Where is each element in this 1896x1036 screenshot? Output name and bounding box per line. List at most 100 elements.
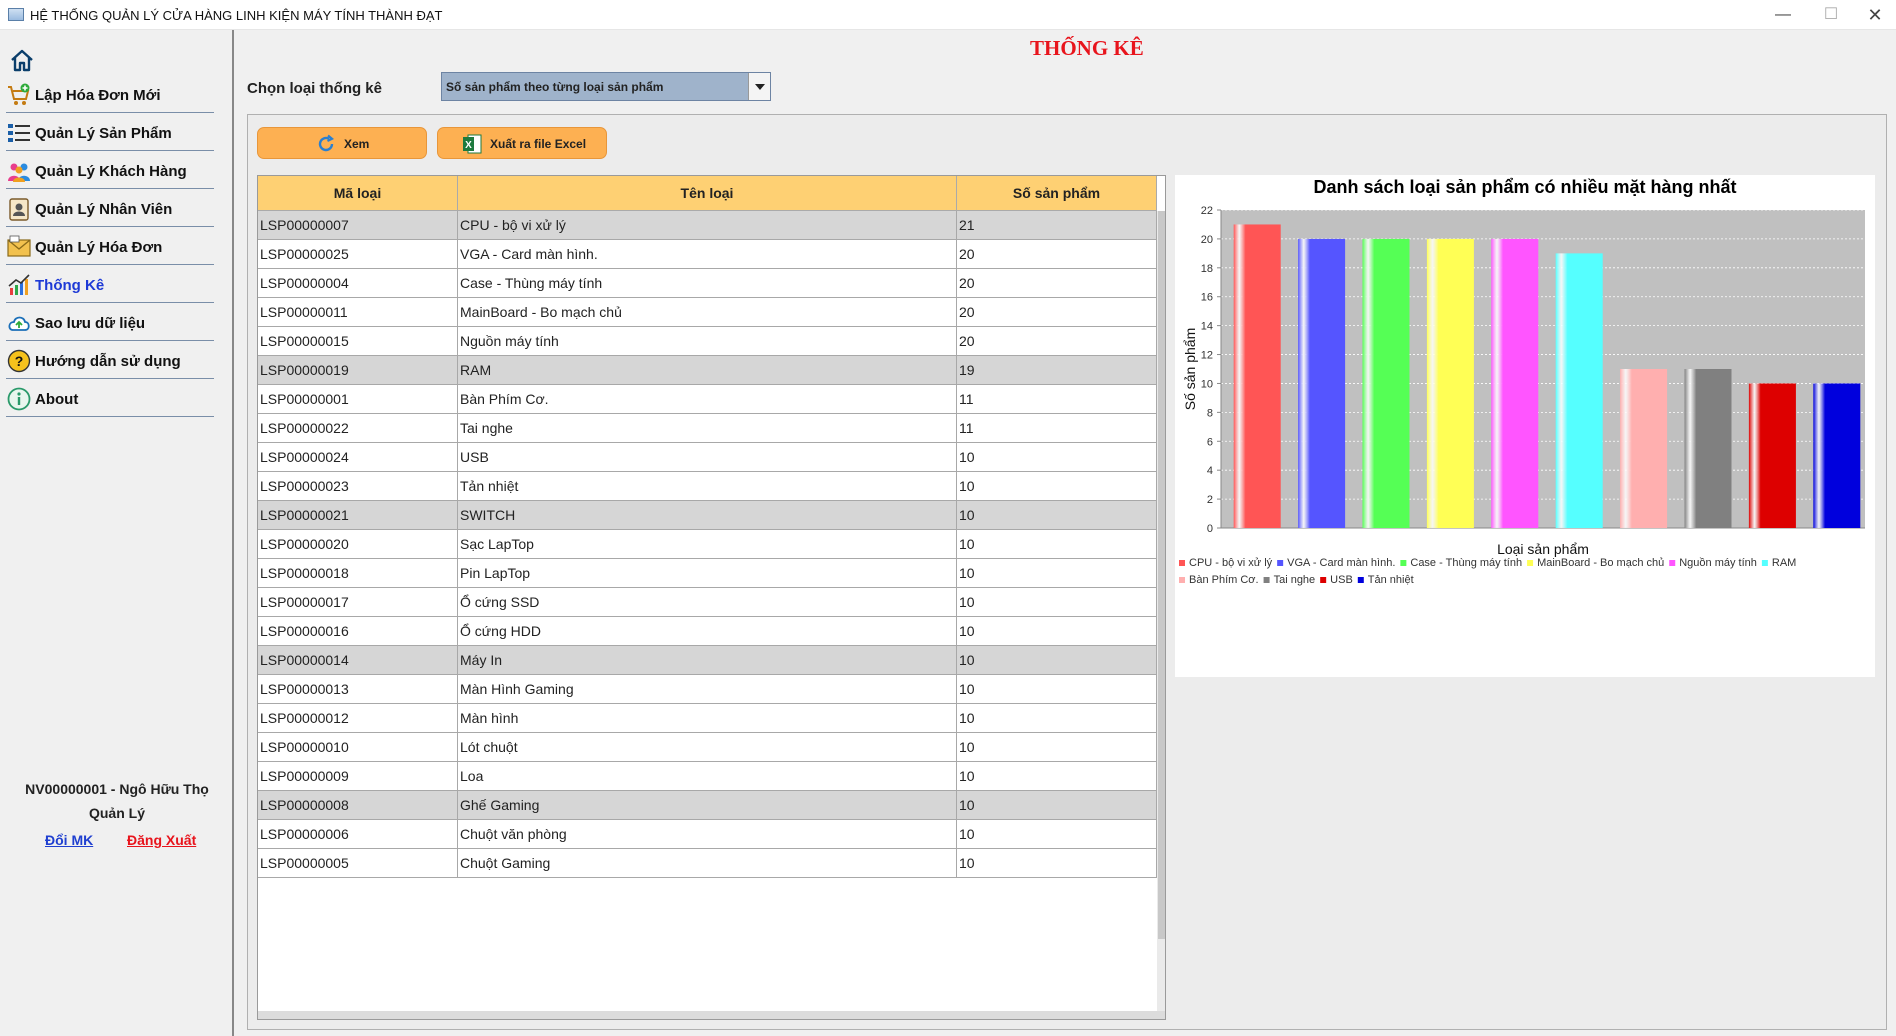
chart-svg: Danh sách loại sản phẩm có nhiều mặt hàn… (1179, 177, 1865, 586)
cell-ma-loai: LSP00000001 (258, 385, 458, 414)
vertical-scrollbar[interactable] (1157, 211, 1165, 1011)
table-row[interactable]: LSP00000025 VGA - Card màn hình. 20 (258, 240, 1157, 269)
table-row[interactable]: LSP00000018 Pin LapTop 10 (258, 559, 1157, 588)
table-row[interactable]: LSP00000020 Sạc LapTop 10 (258, 530, 1157, 559)
cell-ma-loai: LSP00000013 (258, 675, 458, 704)
sidebar-item-label: Hướng dẫn sử dụng (35, 353, 181, 370)
table-row[interactable]: LSP00000022 Tai nghe 11 (258, 414, 1157, 443)
cell-ma-loai: LSP00000020 (258, 530, 458, 559)
table-row[interactable]: LSP00000017 Ổ cứng SSD 10 (258, 588, 1157, 617)
table-row[interactable]: LSP00000007 CPU - bộ vi xử lý 21 (258, 211, 1157, 240)
cell-ten-loai: Tản nhiệt (458, 472, 957, 501)
bar-9 (1748, 383, 1796, 528)
minimize-button[interactable]: — (1760, 2, 1806, 28)
horizontal-scrollbar[interactable] (258, 1011, 1165, 1019)
cell-so-san-pham: 10 (957, 733, 1157, 762)
y-tick-label: 20 (1201, 234, 1213, 246)
scrollbar-thumb[interactable] (1158, 211, 1165, 939)
table-row[interactable]: LSP00000010 Lót chuột 10 (258, 733, 1157, 762)
table-row[interactable]: LSP00000019 RAM 19 (258, 356, 1157, 385)
view-button[interactable]: Xem (257, 127, 427, 159)
cell-so-san-pham: 20 (957, 327, 1157, 356)
sidebar-item-label: Lập Hóa Đơn Mới (35, 87, 161, 104)
cell-so-san-pham: 10 (957, 472, 1157, 501)
logout-link[interactable]: Đăng Xuất (127, 832, 196, 848)
cell-so-san-pham: 11 (957, 385, 1157, 414)
change-password-link[interactable]: Đổi MK (45, 832, 93, 848)
cell-so-san-pham: 10 (957, 849, 1157, 878)
cell-ma-loai: LSP00000018 (258, 559, 458, 588)
table-row[interactable]: LSP00000015 Nguồn máy tính 20 (258, 327, 1157, 356)
cell-so-san-pham: 19 (957, 356, 1157, 385)
cell-ma-loai: LSP00000010 (258, 733, 458, 762)
table-row[interactable]: LSP00000006 Chuột văn phòng 10 (258, 820, 1157, 849)
close-button[interactable]: ✕ (1852, 2, 1896, 28)
cell-ma-loai: LSP00000024 (258, 443, 458, 472)
header-ten-loai[interactable]: Tên loại (458, 176, 957, 211)
table-row[interactable]: LSP00000011 MainBoard - Bo mạch chủ 20 (258, 298, 1157, 327)
cell-ten-loai: VGA - Card màn hình. (458, 240, 957, 269)
cell-ten-loai: Chuột Gaming (458, 849, 957, 878)
sidebar-item-label: Quản Lý Hóa Đơn (35, 239, 163, 256)
table-row[interactable]: LSP00000001 Bàn Phím Cơ. 11 (258, 385, 1157, 414)
table-row[interactable]: LSP00000013 Màn Hình Gaming 10 (258, 675, 1157, 704)
cell-ma-loai: LSP00000023 (258, 472, 458, 501)
chevron-down-icon[interactable] (748, 73, 770, 100)
sidebar-item-customers[interactable]: Quản Lý Khách Hàng (6, 151, 214, 189)
table-row[interactable]: LSP00000024 USB 10 (258, 443, 1157, 472)
table-row[interactable]: LSP00000014 Máy In 10 (258, 646, 1157, 675)
bar-5 (1491, 238, 1539, 528)
maximize-button[interactable]: ☐ (1808, 2, 1854, 28)
legend-item-1: CPU - bộ vi xử lý (1189, 557, 1273, 569)
export-button-label: Xuất ra file Excel (490, 137, 587, 151)
sidebar-item-invoices[interactable]: Quản Lý Hóa Đơn (6, 227, 214, 265)
category-table: Mã loại Tên loại Số sản phẩm LSP00000007… (257, 175, 1166, 1020)
sidebar-item-employees[interactable]: Quản Lý Nhân Viên (6, 189, 214, 227)
window-title: HỆ THỐNG QUẢN LÝ CỬA HÀNG LINH KIỆN MÁY … (30, 8, 443, 23)
cell-ma-loai: LSP00000019 (258, 356, 458, 385)
legend-swatch-2 (1277, 560, 1284, 566)
view-button-label: Xem (344, 137, 370, 151)
legend-swatch-4 (1527, 560, 1534, 566)
legend-swatch-6 (1761, 560, 1768, 566)
app-icon (8, 8, 24, 21)
legend-swatch-8 (1263, 577, 1270, 583)
table-row[interactable]: LSP00000005 Chuột Gaming 10 (258, 849, 1157, 878)
cell-ten-loai: Màn Hình Gaming (458, 675, 957, 704)
sidebar-item-help[interactable]: ? Hướng dẫn sử dụng (6, 341, 214, 379)
bar-7 (1620, 369, 1668, 528)
legend-item-9: USB (1330, 574, 1353, 586)
export-excel-button[interactable]: X Xuất ra file Excel (437, 127, 607, 159)
table-row[interactable]: LSP00000004 Case - Thùng máy tính 20 (258, 269, 1157, 298)
sidebar-item-new-invoice[interactable]: Lập Hóa Đơn Mới (6, 75, 214, 113)
cell-ten-loai: Chuột văn phòng (458, 820, 957, 849)
y-tick-label: 10 (1201, 378, 1213, 390)
table-row[interactable]: LSP00000016 Ổ cứng HDD 10 (258, 617, 1157, 646)
table-row[interactable]: LSP00000012 Màn hình 10 (258, 704, 1157, 733)
cell-ma-loai: LSP00000006 (258, 820, 458, 849)
home-icon[interactable] (8, 46, 36, 74)
sidebar-item-products[interactable]: Quản Lý Sản Phẩm (6, 113, 214, 151)
cell-so-san-pham: 10 (957, 704, 1157, 733)
cell-so-san-pham: 20 (957, 298, 1157, 327)
table-header: Mã loại Tên loại Số sản phẩm (258, 176, 1157, 211)
header-so-san-pham[interactable]: Số sản phẩm (957, 176, 1157, 211)
table-row[interactable]: LSP00000008 Ghế Gaming 10 (258, 791, 1157, 820)
customers-icon (8, 163, 30, 182)
select-value: Số sản phẩm theo từng loại sản phẩm (446, 80, 664, 94)
y-tick-label: 18 (1201, 263, 1213, 275)
sidebar-item-about[interactable]: About (6, 379, 214, 417)
header-ma-loai[interactable]: Mã loại (258, 176, 458, 211)
table-row[interactable]: LSP00000021 SWITCH 10 (258, 501, 1157, 530)
statistic-type-select[interactable]: Số sản phẩm theo từng loại sản phẩm (441, 72, 771, 101)
cell-ma-loai: LSP00000014 (258, 646, 458, 675)
cell-ten-loai: Lót chuột (458, 733, 957, 762)
cell-so-san-pham: 10 (957, 646, 1157, 675)
sidebar-item-backup[interactable]: Sao lưu dữ liệu (6, 303, 214, 341)
cell-so-san-pham: 20 (957, 240, 1157, 269)
table-row[interactable]: LSP00000023 Tản nhiệt 10 (258, 472, 1157, 501)
sidebar-item-statistics[interactable]: Thống Kê (6, 265, 214, 303)
cell-ten-loai: SWITCH (458, 501, 957, 530)
cell-ma-loai: LSP00000017 (258, 588, 458, 617)
table-row[interactable]: LSP00000009 Loa 10 (258, 762, 1157, 791)
